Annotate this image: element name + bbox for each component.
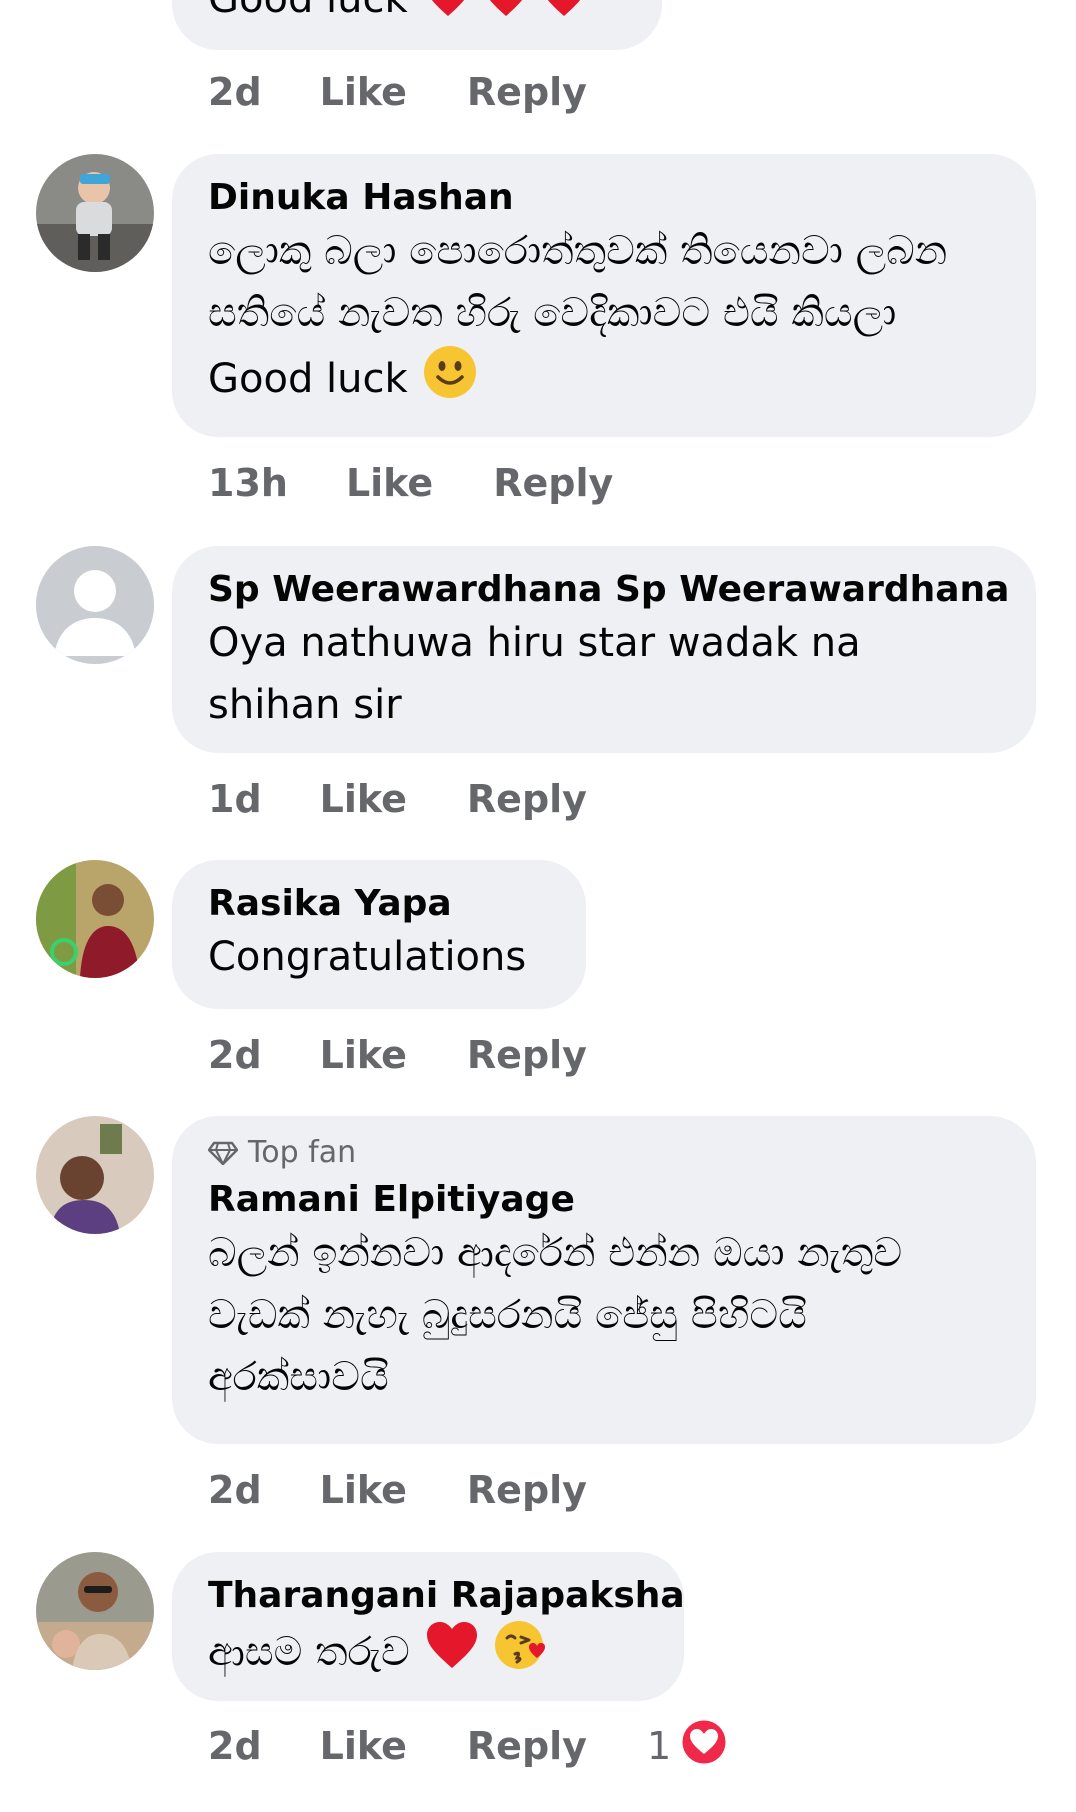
comment-author[interactable]: Ramani Elpitiyage (208, 1178, 1000, 1222)
comment-text: ආසම තරුව (208, 1629, 410, 1675)
heart-emoji-icon (425, 1620, 479, 1688)
comment-text: බලන් ඉන්නවා ආදරේන් එන්න ඔයා නැතුව වැඩක් … (208, 1230, 903, 1400)
comment-timestamp[interactable]: 2d (208, 1033, 262, 1077)
comment-actions: 13h Like Reply (208, 455, 673, 511)
face-blowing-kiss-icon (493, 1618, 549, 1690)
avatar[interactable] (36, 860, 154, 978)
comment-timestamp[interactable]: 2d (208, 1468, 262, 1512)
avatar[interactable] (36, 1116, 154, 1234)
comment-partial: Good luck 2d Like Reply (0, 0, 1076, 140)
avatar[interactable] (36, 1552, 154, 1670)
heart-emoji-icon (422, 0, 590, 36)
reply-button[interactable]: Reply (493, 461, 613, 505)
comment-timestamp[interactable]: 13h (208, 461, 288, 505)
comment-actions: 2d Like Reply 1 (208, 1717, 729, 1776)
top-fan-badge: Top fan (208, 1134, 1000, 1172)
reaction-summary[interactable]: 1 (647, 1717, 729, 1776)
comment-actions: 2d Like Reply (208, 1027, 647, 1083)
comment-actions: 2d Like Reply (208, 64, 647, 120)
comment-text: ලොකු බලා පොරොත්තුවක් තියෙනවා ලබන සතියේ න… (208, 228, 948, 402)
comment-bubble: Sp Weerawardhana Sp Weerawardhana Oya na… (172, 546, 1036, 753)
comments-feed: Good luck 2d Like Reply (0, 0, 1076, 1812)
reply-button[interactable]: Reply (467, 1033, 587, 1077)
reply-button[interactable]: Reply (467, 1724, 587, 1768)
comment-timestamp[interactable]: 2d (208, 1724, 262, 1768)
comment-text: Good luck (208, 0, 408, 22)
like-button[interactable]: Like (320, 1724, 407, 1768)
like-button[interactable]: Like (346, 461, 433, 505)
comment-author[interactable]: Rasika Yapa (208, 882, 550, 926)
like-button[interactable]: Like (320, 777, 407, 821)
avatar[interactable] (36, 154, 154, 272)
comment-bubble: Rasika Yapa Congratulations (172, 860, 586, 1009)
diamond-icon (208, 1141, 238, 1165)
reply-button[interactable]: Reply (467, 1468, 587, 1512)
comment-actions: 1d Like Reply (208, 771, 647, 827)
comment-timestamp[interactable]: 2d (208, 70, 262, 114)
comment-author[interactable]: Dinuka Hashan (208, 176, 1000, 220)
reaction-count: 1 (646, 1724, 672, 1768)
avatar[interactable] (36, 546, 154, 664)
like-button[interactable]: Like (320, 1033, 407, 1077)
like-button[interactable]: Like (320, 70, 407, 114)
comment-timestamp[interactable]: 1d (208, 777, 262, 821)
comment-bubble: Top fan Ramani Elpitiyage බලන් ඉන්නවා ආද… (172, 1116, 1036, 1444)
comment-actions: 2d Like Reply (208, 1462, 647, 1518)
comment-author[interactable]: Sp Weerawardhana Sp Weerawardhana (208, 568, 1009, 612)
like-button[interactable]: Like (320, 1468, 407, 1512)
reply-button[interactable]: Reply (467, 70, 587, 114)
comment-text: Oya nathuwa hiru star wadak na shihan si… (208, 620, 861, 728)
comment-text: Congratulations (208, 934, 527, 980)
love-reaction-icon (679, 1717, 729, 1776)
comment-bubble: Dinuka Hashan ලොකු බලා පොරොත්තුවක් තියෙන… (172, 154, 1036, 437)
reply-button[interactable]: Reply (467, 777, 587, 821)
top-fan-label: Top fan (248, 1135, 357, 1170)
comment-bubble: Tharangani Rajapaksha ආසම තරුව (172, 1552, 685, 1701)
slightly-smiling-face-icon (422, 344, 478, 418)
comment-bubble: Good luck (172, 0, 662, 50)
comment-author[interactable]: Tharangani Rajapaksha (208, 1574, 685, 1618)
